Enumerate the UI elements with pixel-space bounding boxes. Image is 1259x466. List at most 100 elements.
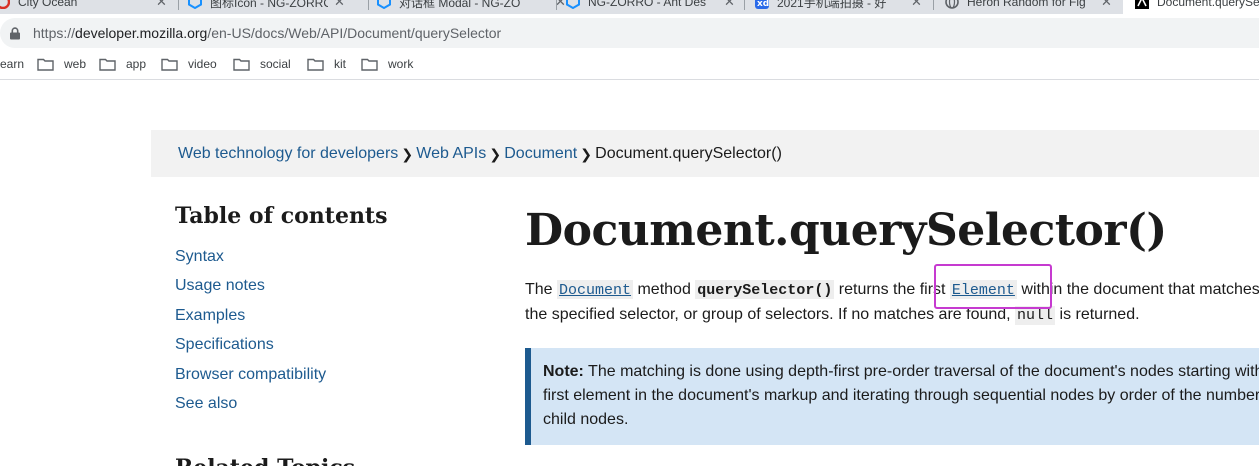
folder-icon <box>307 58 324 71</box>
globe-icon <box>945 0 959 9</box>
close-tab-icon[interactable]: ✕ <box>1101 0 1112 10</box>
text-run: The <box>525 281 558 298</box>
bookmark-label: app <box>126 57 147 71</box>
bookmark-label: work <box>388 57 414 71</box>
breadcrumb-link-web-apis[interactable]: Web APIs <box>416 145 486 163</box>
toc-link-see-also[interactable]: See also <box>175 395 237 412</box>
code-method: querySelector() <box>697 282 833 299</box>
folder-icon <box>233 58 250 71</box>
method-code: querySelector() <box>695 280 835 299</box>
breadcrumb: Web technology for developers ❯ Web APIs… <box>151 130 1259 177</box>
intro-paragraph: The Document method querySelector() retu… <box>525 278 1259 328</box>
tab-mdn-active[interactable]: Document.querySe <box>1123 0 1259 14</box>
table-of-contents: Syntax Usage notes Examples Specificatio… <box>175 248 326 424</box>
bookmark-folder-social[interactable]: social <box>233 57 291 71</box>
address-bar[interactable]: https://developer.mozilla.org/en-US/docs… <box>0 18 1259 48</box>
bookmark-folder-kit[interactable]: kit <box>307 57 346 71</box>
close-tab-icon[interactable]: ✕ <box>334 0 345 10</box>
red-c-logo-icon <box>0 0 10 9</box>
tab-ng-zorro-modal[interactable]: 对话框 Modal - NG-ZO ✕ <box>377 0 566 14</box>
ng-zorro-logo-icon <box>377 0 391 9</box>
tab-title: NG-ZORRO - Ant Des <box>588 0 707 9</box>
tab-heron[interactable]: Heron Random for Fig ✕ <box>945 0 1112 14</box>
toc-heading: Table of contents <box>175 203 388 229</box>
page-title: Document.querySelector() <box>525 205 1167 256</box>
tab-divider <box>744 0 745 10</box>
toc-item: See also <box>175 395 326 424</box>
url-text[interactable]: https://developer.mozilla.org/en-US/docs… <box>33 25 501 41</box>
browser-toolbar: https://developer.mozilla.org/en-US/docs… <box>0 14 1259 50</box>
toc-item: Browser compatibility <box>175 366 326 395</box>
bookmark-label: earn <box>0 57 25 71</box>
tab-city-ocean[interactable]: City Ocean ✕ <box>0 0 167 14</box>
ng-zorro-logo-icon <box>188 0 202 9</box>
tab-title: 对话框 Modal - NG-ZO <box>399 0 521 10</box>
toc-link-specifications[interactable]: Specifications <box>175 336 274 353</box>
note-line-3: child nodes. <box>543 411 629 428</box>
tab-title: Document.querySe <box>1157 0 1259 9</box>
related-topics-heading: Related Topics <box>175 455 355 466</box>
url-host: developer.mozilla.org <box>75 25 208 41</box>
toc-item: Usage notes <box>175 277 326 306</box>
document-code-link[interactable]: Document <box>557 280 634 299</box>
folder-icon <box>161 58 178 71</box>
text-run: is returned. <box>1055 306 1140 323</box>
breadcrumb-link-web-technology[interactable]: Web technology for developers <box>178 145 398 163</box>
close-tab-icon[interactable]: ✕ <box>156 0 167 10</box>
text-run: returns the first <box>834 281 950 298</box>
intro-line-1: The Document method querySelector() retu… <box>525 278 1259 303</box>
breadcrumb-link-document[interactable]: Document <box>504 145 577 163</box>
toc-item: Examples <box>175 307 326 336</box>
chevron-right-icon: ❯ <box>489 145 502 162</box>
text-run: The matching is done using depth-first p… <box>583 363 1259 380</box>
tab-title: 2021手机端拍摄 - 好 <box>777 0 887 10</box>
bookmark-label: social <box>260 57 291 71</box>
bookmark-folder-learn[interactable]: earn <box>0 57 24 71</box>
toc-item: Syntax <box>175 248 326 277</box>
folder-icon <box>361 58 378 71</box>
close-tab-icon[interactable]: ✕ <box>724 0 735 10</box>
bookmark-folder-web[interactable]: web <box>37 57 86 71</box>
tab-strip: City Ocean ✕ 图标Icon - NG-ZORRO ✕ 对话框 Mod… <box>0 0 1259 14</box>
tab-ng-zorro-ant[interactable]: NG-ZORRO - Ant Des ✕ <box>566 0 735 14</box>
bookmark-folder-video[interactable]: video <box>161 57 217 71</box>
tab-ng-zorro-icon[interactable]: 图标Icon - NG-ZORRO ✕ <box>188 0 345 14</box>
bookmark-label: video <box>188 57 217 71</box>
toc-item: Specifications <box>175 336 326 365</box>
code-document: Document <box>559 282 632 299</box>
note-label: Note: <box>543 363 584 380</box>
svg-text:xd: xd <box>757 0 769 9</box>
ng-zorro-logo-icon <box>566 0 580 9</box>
tab-xd[interactable]: xd 2021手机端拍摄 - 好 ✕ <box>755 0 922 14</box>
tab-title: 图标Icon - NG-ZORRO <box>210 0 328 10</box>
note-line-1: Note: The matching is done using depth-f… <box>543 360 1259 384</box>
toc-link-browser-compatibility[interactable]: Browser compatibility <box>175 366 326 383</box>
annotation-highlight-box <box>934 264 1052 309</box>
folder-icon <box>37 58 54 71</box>
tab-divider <box>933 0 934 10</box>
tab-divider <box>368 0 369 10</box>
chevron-right-icon: ❯ <box>401 145 414 162</box>
url-prefix: https:// <box>33 25 76 41</box>
bookmark-folder-app[interactable]: app <box>99 57 146 71</box>
close-tab-icon[interactable]: ✕ <box>911 0 922 10</box>
xd-logo-icon: xd <box>755 0 769 9</box>
bookmarks-bar: earn web app video social kit work <box>0 50 1259 80</box>
lock-icon[interactable] <box>9 27 21 40</box>
text-run: method <box>633 281 696 298</box>
breadcrumb-current: Document.querySelector() <box>595 145 782 162</box>
bookmark-label: kit <box>334 57 346 71</box>
note-line-2: first element in the document's markup a… <box>543 387 1259 404</box>
toc-link-syntax[interactable]: Syntax <box>175 248 224 265</box>
tab-title: Heron Random for Fig <box>967 0 1086 9</box>
note-callout: Note: The matching is done using depth-f… <box>525 348 1259 445</box>
bookmark-folder-work[interactable]: work <box>361 57 413 71</box>
toc-link-examples[interactable]: Examples <box>175 307 245 324</box>
toc-link-usage-notes[interactable]: Usage notes <box>175 277 265 294</box>
folder-icon <box>99 58 116 71</box>
bookmark-label: web <box>64 57 87 71</box>
url-path: /en-US/docs/Web/API/Document/querySelect… <box>207 25 502 41</box>
tab-title: City Ocean <box>18 0 78 9</box>
text-run: within the document that matches <box>1016 281 1259 298</box>
chevron-right-icon: ❯ <box>580 145 593 162</box>
